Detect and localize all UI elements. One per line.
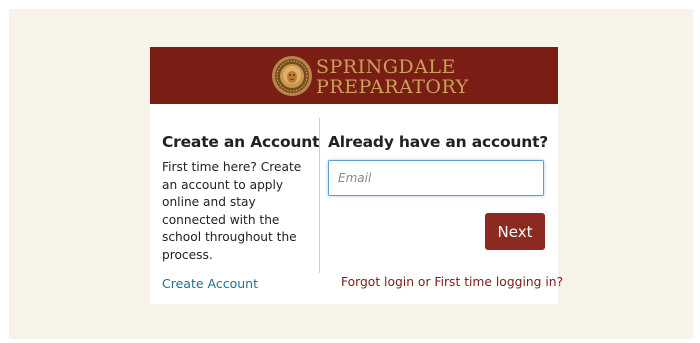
school-name: SPRINGDALE PREPARATORY: [316, 57, 469, 97]
create-account-description: First time here? Create an account to ap…: [162, 160, 302, 262]
create-account-heading: Create an Account: [162, 133, 320, 151]
login-section: Already have an account?: [328, 133, 549, 151]
create-account-link[interactable]: Create Account: [162, 276, 310, 291]
school-name-line1: SPRINGDALE: [316, 56, 456, 78]
lion-seal-icon: [272, 56, 312, 96]
next-button[interactable]: Next: [485, 213, 545, 250]
school-banner: SPRINGDALE PREPARATORY: [150, 47, 558, 104]
login-card: SPRINGDALE PREPARATORY Create an Account…: [150, 47, 563, 304]
create-account-section: Create an Account First time here? Creat…: [162, 133, 320, 291]
column-divider: [319, 118, 320, 273]
email-field[interactable]: [328, 160, 544, 196]
forgot-login-link[interactable]: Forgot login or First time logging in?: [341, 275, 563, 289]
login-heading: Already have an account?: [328, 133, 549, 151]
school-name-line2: PREPARATORY: [316, 76, 469, 98]
